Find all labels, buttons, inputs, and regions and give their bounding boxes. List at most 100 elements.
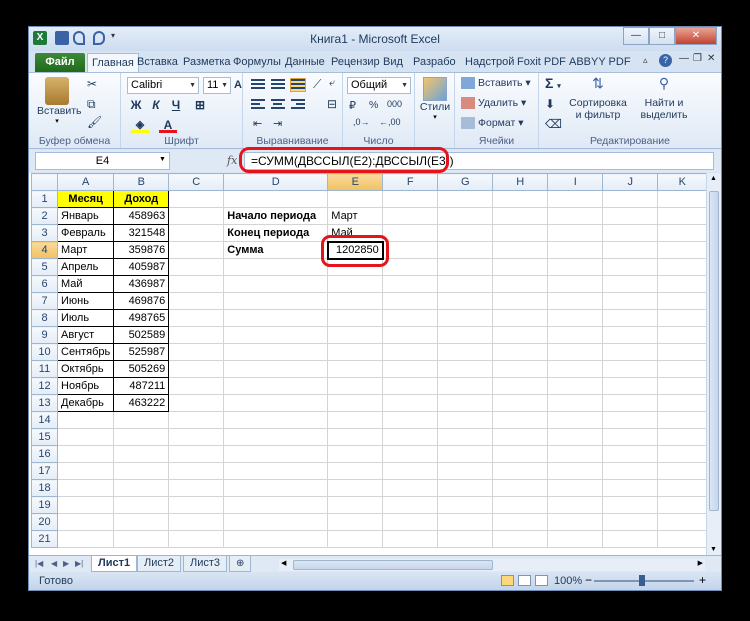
cell-i[interactable] <box>547 224 604 242</box>
cell-d[interactable] <box>223 377 329 395</box>
align-bottom-icon[interactable] <box>290 78 306 92</box>
cell-g[interactable] <box>437 258 494 276</box>
cell-j[interactable] <box>602 411 659 429</box>
cell-h[interactable] <box>492 207 549 225</box>
cell-b[interactable]: 436987 <box>113 275 170 293</box>
cell-b[interactable]: 458963 <box>113 207 170 225</box>
delete-cells-button[interactable]: Удалить ▾ <box>461 97 526 110</box>
cell-f[interactable] <box>382 462 439 480</box>
number-format-select[interactable]: Общий ▼ <box>347 77 411 94</box>
cell-a[interactable]: Декабрь <box>56 394 115 412</box>
tab-home[interactable]: Главная <box>87 53 139 72</box>
horizontal-scroll-thumb[interactable] <box>293 560 493 570</box>
scroll-up-icon[interactable]: ▲ <box>710 175 717 182</box>
merge-cells-icon[interactable]: ⊟ <box>327 97 337 111</box>
cell-e[interactable] <box>327 513 384 531</box>
cell-g[interactable] <box>437 513 494 531</box>
clear-icon[interactable]: ⌫ <box>545 117 562 131</box>
cell-i[interactable] <box>547 496 604 514</box>
cell-k[interactable] <box>657 360 708 378</box>
cell-d[interactable]: Начало периода <box>223 207 329 225</box>
cell-j[interactable] <box>602 190 659 208</box>
cell-f[interactable] <box>382 445 439 463</box>
cell-b[interactable]: 502589 <box>113 326 170 344</box>
row-header[interactable]: 14 <box>31 411 58 429</box>
cell-d[interactable] <box>223 326 329 344</box>
cell-h[interactable] <box>492 428 549 446</box>
cell-a[interactable]: Март <box>56 241 115 259</box>
scroll-down-icon[interactable]: ▼ <box>710 546 717 553</box>
cell-a[interactable] <box>56 411 115 429</box>
cell-k[interactable] <box>657 445 708 463</box>
font-name-select[interactable]: Calibri ▼ <box>127 77 199 94</box>
cell-h[interactable] <box>492 292 549 310</box>
cell-c[interactable] <box>168 207 225 225</box>
insert-cells-button[interactable]: Вставить ▾ <box>461 77 531 90</box>
cell-a[interactable]: Ноябрь <box>56 377 115 395</box>
cell-c[interactable] <box>168 360 225 378</box>
cell-g[interactable] <box>437 496 494 514</box>
cell-i[interactable] <box>547 207 604 225</box>
name-box[interactable]: E4 <box>35 152 170 170</box>
cell-e[interactable] <box>327 445 384 463</box>
cell-a[interactable]: Сентябрь <box>56 343 115 361</box>
cell-c[interactable] <box>168 513 225 531</box>
cell-f[interactable] <box>382 241 439 259</box>
cell-a[interactable]: Апрель <box>56 258 115 276</box>
row-header[interactable]: 10 <box>31 343 58 361</box>
cell-b[interactable]: 359876 <box>113 241 170 259</box>
grow-font-icon[interactable]: A <box>233 77 243 93</box>
tab-file[interactable]: Файл <box>35 53 85 72</box>
cell-k[interactable] <box>657 190 708 208</box>
fill-icon[interactable]: ⬇ <box>545 97 555 111</box>
underline-button[interactable]: Ч <box>167 97 185 113</box>
cell-i[interactable] <box>547 343 604 361</box>
increase-decimal-icon[interactable]: ,0→ <box>353 117 370 127</box>
cell-d[interactable] <box>223 275 329 293</box>
row-header[interactable]: 13 <box>31 394 58 412</box>
cell-j[interactable] <box>602 343 659 361</box>
column-header[interactable]: H <box>492 173 549 191</box>
cell-g[interactable] <box>437 309 494 327</box>
decrease-decimal-icon[interactable]: ←,00 <box>379 117 401 127</box>
cell-b[interactable] <box>113 530 170 548</box>
row-header[interactable]: 19 <box>31 496 58 514</box>
cell-k[interactable] <box>657 513 708 531</box>
cell-a[interactable] <box>56 479 115 497</box>
cell-g[interactable] <box>437 394 494 412</box>
cell-k[interactable] <box>657 309 708 327</box>
cell-k[interactable] <box>657 224 708 242</box>
font-color-icon[interactable]: A <box>159 117 177 133</box>
column-header[interactable]: A <box>56 173 115 191</box>
cell-a[interactable] <box>56 530 115 548</box>
cell-j[interactable] <box>602 530 659 548</box>
cell-c[interactable] <box>168 275 225 293</box>
cell-b[interactable]: 469876 <box>113 292 170 310</box>
cell-c[interactable] <box>168 428 225 446</box>
zoom-level[interactable]: 100% <box>554 575 582 587</box>
cell-c[interactable] <box>168 496 225 514</box>
cell-i[interactable] <box>547 411 604 429</box>
cell-g[interactable] <box>437 462 494 480</box>
cell-h[interactable] <box>492 394 549 412</box>
cell-d[interactable] <box>223 513 329 531</box>
cell-k[interactable] <box>657 292 708 310</box>
row-header[interactable]: 18 <box>31 479 58 497</box>
cell-a[interactable]: Июнь <box>56 292 115 310</box>
cell-j[interactable] <box>602 479 659 497</box>
row-header[interactable]: 3 <box>31 224 58 242</box>
cell-h[interactable] <box>492 411 549 429</box>
tab-foxit-pdf[interactable]: Foxit PDF <box>513 53 570 72</box>
minimize-button[interactable]: — <box>623 27 649 45</box>
cell-i[interactable] <box>547 513 604 531</box>
cell-g[interactable] <box>437 207 494 225</box>
cell-f[interactable] <box>382 207 439 225</box>
cell-j[interactable] <box>602 496 659 514</box>
next-sheet-icon[interactable]: ▶ <box>63 559 69 568</box>
cell-d[interactable] <box>223 411 329 429</box>
cell-c[interactable] <box>168 462 225 480</box>
decrease-indent-icon[interactable]: ⇤ <box>253 117 262 130</box>
sort-filter-button[interactable]: ⇅ Сортировка и фильтр <box>567 75 629 121</box>
cell-h[interactable] <box>492 360 549 378</box>
thousands-separator-button[interactable]: 000 <box>387 99 402 109</box>
